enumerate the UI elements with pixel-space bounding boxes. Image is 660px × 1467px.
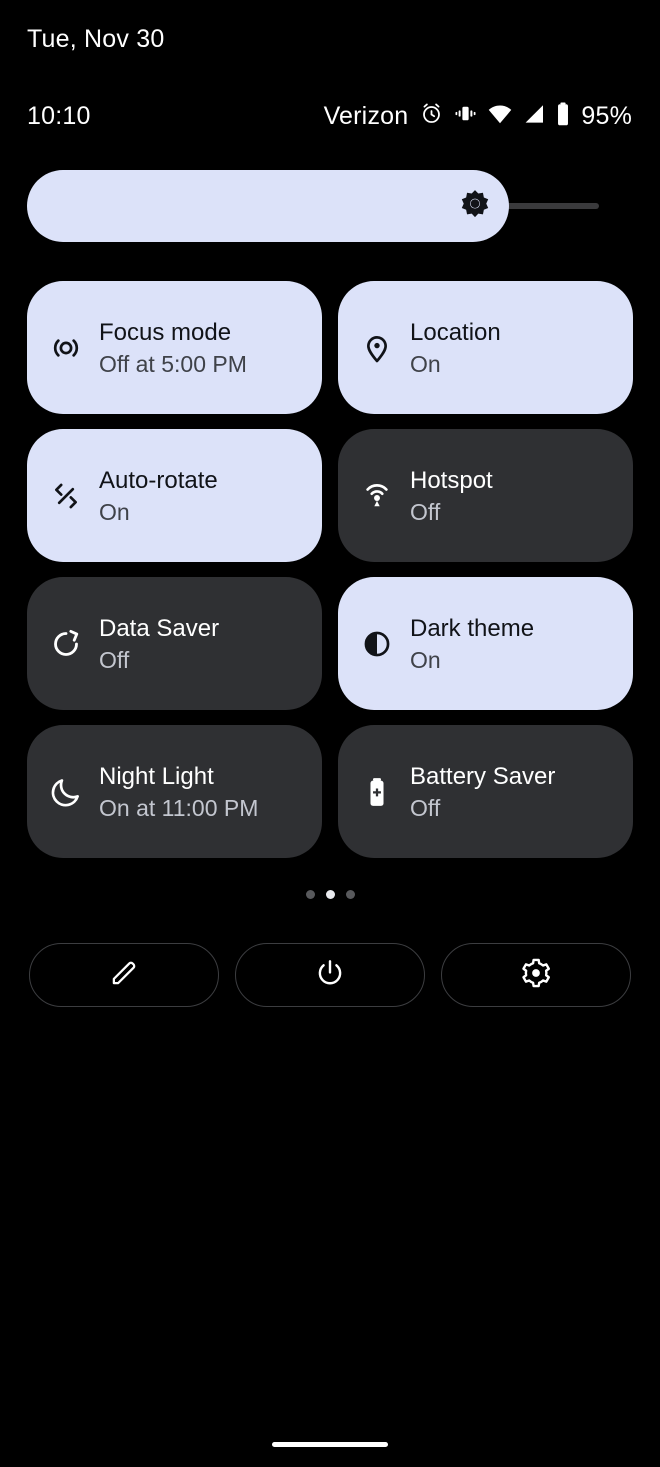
tile-title: Night Light bbox=[99, 762, 214, 790]
tile-battery-saver[interactable]: Battery Saver Off bbox=[338, 725, 633, 858]
tile-subtitle: On bbox=[99, 498, 130, 525]
battery-icon bbox=[555, 101, 571, 132]
edit-tiles-button[interactable] bbox=[29, 943, 219, 1007]
power-icon bbox=[314, 957, 346, 994]
tile-battery-saver-text: Battery Saver Off bbox=[410, 762, 555, 822]
pencil-icon bbox=[108, 957, 140, 994]
tile-dark-theme-text: Dark theme On bbox=[410, 614, 534, 674]
auto-rotate-icon bbox=[49, 479, 83, 513]
date-label: Tue, Nov 30 bbox=[27, 24, 165, 53]
tile-subtitle: Off bbox=[410, 794, 441, 821]
carrier-label: Verizon bbox=[323, 101, 409, 130]
tile-title: Data Saver bbox=[99, 614, 220, 642]
tile-hotspot[interactable]: Hotspot Off bbox=[338, 429, 633, 562]
tile-auto-rotate[interactable]: Auto-rotate On bbox=[27, 429, 322, 562]
data-saver-icon bbox=[49, 627, 83, 661]
gear-icon bbox=[520, 957, 552, 994]
night-light-moon-icon bbox=[49, 775, 83, 809]
tile-title: Focus mode bbox=[99, 318, 232, 346]
tile-dark-theme[interactable]: Dark theme On bbox=[338, 577, 633, 710]
tile-subtitle: On bbox=[410, 350, 441, 377]
tile-data-saver[interactable]: Data Saver Off bbox=[27, 577, 322, 710]
hotspot-icon bbox=[360, 479, 394, 513]
tile-title: Hotspot bbox=[410, 466, 493, 494]
location-pin-icon bbox=[360, 331, 394, 365]
focus-mode-icon bbox=[49, 331, 83, 365]
tile-subtitle: Off at 5:00 PM bbox=[99, 350, 247, 377]
page-dot-2[interactable] bbox=[325, 890, 335, 899]
quick-settings-panel: Tue, Nov 30 10:10 Verizon 95% Focus mode… bbox=[0, 0, 660, 1467]
tile-focus-mode-text: Focus mode Off at 5:00 PM bbox=[99, 318, 247, 378]
status-clock: 10:10 bbox=[27, 101, 91, 130]
tile-night-light[interactable]: Night Light On at 11:00 PM bbox=[27, 725, 322, 858]
brightness-slider[interactable] bbox=[27, 170, 599, 242]
brightness-icon bbox=[457, 188, 493, 224]
quick-settings-tile-grid: Focus mode Off at 5:00 PM Location On Au… bbox=[27, 281, 633, 858]
brightness-slider-fill[interactable] bbox=[27, 170, 509, 242]
tile-focus-mode[interactable]: Focus mode Off at 5:00 PM bbox=[27, 281, 322, 414]
bottom-action-bar bbox=[29, 943, 631, 1007]
tile-subtitle: Off bbox=[99, 646, 130, 673]
tile-location-text: Location On bbox=[410, 318, 501, 378]
tile-title: Battery Saver bbox=[410, 762, 556, 790]
tile-hotspot-text: Hotspot Off bbox=[410, 466, 493, 526]
date-row: Tue, Nov 30 bbox=[27, 22, 164, 56]
vibrate-icon bbox=[453, 101, 478, 131]
page-dot-1[interactable] bbox=[305, 890, 315, 899]
power-button[interactable] bbox=[235, 943, 425, 1007]
cellular-signal-icon bbox=[522, 102, 546, 131]
tile-data-saver-text: Data Saver Off bbox=[99, 614, 219, 674]
tile-subtitle: Off bbox=[410, 498, 441, 525]
page-dot-3[interactable] bbox=[345, 890, 355, 899]
tile-title: Auto-rotate bbox=[99, 466, 218, 494]
tile-title: Dark theme bbox=[410, 614, 535, 642]
tile-subtitle: On at 11:00 PM bbox=[99, 794, 259, 821]
tile-night-light-text: Night Light On at 11:00 PM bbox=[99, 762, 258, 822]
alarm-icon bbox=[419, 101, 444, 131]
home-indicator[interactable] bbox=[272, 1442, 388, 1447]
tile-auto-rotate-text: Auto-rotate On bbox=[99, 466, 218, 526]
tile-subtitle: On bbox=[410, 646, 441, 673]
battery-percent-label: 95% bbox=[581, 101, 632, 130]
battery-saver-icon bbox=[360, 775, 394, 809]
tile-title: Location bbox=[410, 318, 501, 346]
status-icons-group: Verizon 95% bbox=[324, 101, 632, 132]
dark-theme-icon bbox=[360, 627, 394, 661]
tile-location[interactable]: Location On bbox=[338, 281, 633, 414]
page-indicator[interactable] bbox=[0, 890, 660, 899]
wifi-icon bbox=[487, 101, 513, 132]
status-bar: 10:10 Verizon 95% bbox=[0, 96, 660, 136]
settings-button[interactable] bbox=[441, 943, 631, 1007]
